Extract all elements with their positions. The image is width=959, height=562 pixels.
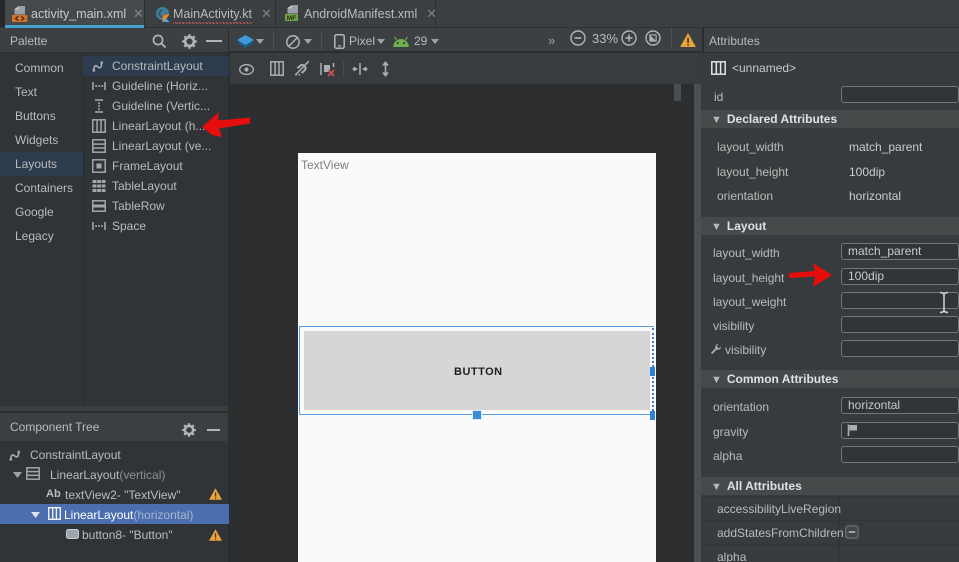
svg-text:MF: MF [287, 15, 296, 21]
